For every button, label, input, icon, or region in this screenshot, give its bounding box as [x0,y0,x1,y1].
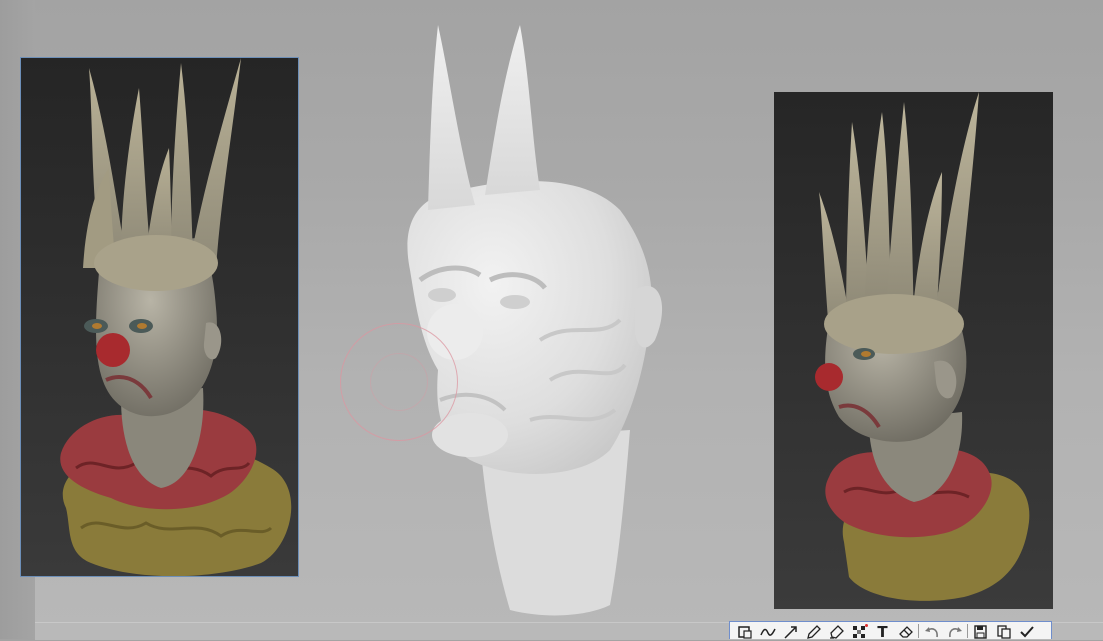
brush-cursor-ring [340,323,458,441]
text-tool-glyph: T [877,623,888,641]
rectangle-select-icon[interactable] [733,622,756,639]
text-icon[interactable]: T [871,622,894,641]
undo-icon[interactable] [920,622,943,639]
clown-bust-front-reference[interactable] [20,57,299,577]
active-color-dot [865,624,868,627]
sculpt-viewport[interactable]: T [0,0,1103,641]
toolbar-separator [918,624,919,638]
freehand-line-icon[interactable] [756,622,779,639]
annotation-toolbar: T [729,621,1052,641]
copy-icon[interactable] [992,622,1015,639]
highlighter-icon[interactable] [825,622,848,639]
clown-bust-side-reference[interactable] [774,92,1053,609]
mosaic-icon[interactable] [848,622,871,639]
toolbar-separator [967,624,968,638]
brush-cursor-inner-ring [370,353,428,411]
clown-bust-front-render [21,58,298,576]
unpainted-clown-head-sculpt[interactable] [380,20,680,620]
sculpt-mesh [407,25,663,616]
pen-icon[interactable] [802,622,825,639]
eraser-icon[interactable] [894,622,917,639]
arrow-icon[interactable] [779,622,802,639]
checkmark-icon[interactable] [1015,622,1038,639]
redo-icon[interactable] [943,622,966,639]
save-icon[interactable] [969,622,992,639]
clown-bust-side-render [774,92,1053,609]
